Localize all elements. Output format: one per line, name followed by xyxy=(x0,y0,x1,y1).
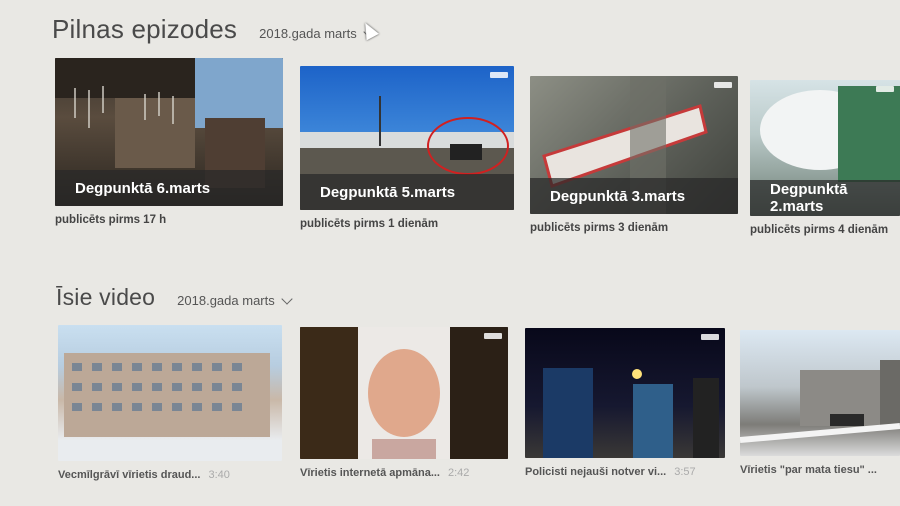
episodes-date-label: 2018.gada marts xyxy=(259,26,357,41)
short-video-card[interactable]: Vecmīlgrāvī vīrietis draud... 3:40 xyxy=(58,325,282,481)
video-title: Policisti nejauši notver vi... xyxy=(525,466,667,478)
episode-card[interactable]: Degpunktā 3.marts publicēts pirms 3 dien… xyxy=(530,76,738,234)
short-videos-date-label: 2018.gada marts xyxy=(177,293,275,308)
episode-title: Degpunktā 2.marts xyxy=(750,180,900,216)
video-thumbnail[interactable] xyxy=(300,327,508,459)
episode-published: publicēts pirms 4 dienām xyxy=(750,224,889,236)
video-title: Vecmīlgrāvī vīrietis draud... xyxy=(58,469,201,481)
episode-thumbnail[interactable]: Degpunktā 6.marts xyxy=(55,58,283,206)
episode-thumbnail[interactable]: Degpunktā 3.marts xyxy=(530,76,738,214)
channel-logo-icon xyxy=(490,72,508,78)
video-thumbnail[interactable] xyxy=(525,328,725,458)
episodes-header: Pilnas epizodes 2018.gada marts xyxy=(52,14,375,45)
night-police-scene-image xyxy=(543,368,719,458)
video-duration: 2:42 xyxy=(448,467,470,479)
episodes-title: Pilnas epizodes xyxy=(52,14,238,44)
channel-logo-icon xyxy=(876,86,894,92)
channel-logo-icon xyxy=(701,334,719,340)
short-videos-header: Īsie video 2018.gada marts xyxy=(56,284,293,311)
short-videos-date-filter[interactable]: 2018.gada marts xyxy=(177,292,293,308)
channel-logo-icon xyxy=(714,82,732,88)
episode-published: publicēts pirms 3 dienām xyxy=(530,222,669,234)
episodes-date-filter[interactable]: 2018.gada marts xyxy=(259,25,375,41)
video-duration: 3:40 xyxy=(208,469,230,481)
episode-thumbnail[interactable]: Degpunktā 5.marts xyxy=(300,66,514,210)
video-thumbnail[interactable] xyxy=(58,325,282,461)
episode-title: Degpunktā 6.marts xyxy=(55,170,283,206)
episode-card[interactable]: Degpunktā 2.marts publicēts pirms 4 dien… xyxy=(750,80,900,236)
short-video-card[interactable]: Vīrietis "par mata tiesu" ... xyxy=(740,330,900,476)
episode-published: publicēts pirms 1 dienām xyxy=(300,218,439,230)
video-title: Vīrietis internetā apmāna... xyxy=(300,467,440,479)
video-thumbnail[interactable] xyxy=(740,330,900,456)
short-video-card[interactable]: Policisti nejauši notver vi... 3:57 xyxy=(525,328,725,478)
short-video-card[interactable]: Vīrietis internetā apmāna... 2:42 xyxy=(300,327,508,479)
video-duration: 3:57 xyxy=(674,466,696,478)
episode-thumbnail[interactable]: Degpunktā 2.marts xyxy=(750,80,900,216)
chevron-down-icon xyxy=(281,292,293,305)
short-videos-title: Īsie video xyxy=(56,284,156,310)
episode-title: Degpunktā 5.marts xyxy=(300,174,514,210)
video-title: Vīrietis "par mata tiesu" ... xyxy=(740,464,877,476)
episode-title: Degpunktā 3.marts xyxy=(530,178,738,214)
channel-logo-icon xyxy=(484,333,502,339)
episode-card[interactable]: Degpunktā 6.marts publicēts pirms 17 h xyxy=(55,58,283,226)
episode-published: publicēts pirms 17 h xyxy=(55,214,167,226)
portrait-image xyxy=(300,327,508,459)
episode-card[interactable]: Degpunktā 5.marts publicēts pirms 1 dien… xyxy=(300,66,514,230)
apartment-building-image xyxy=(64,353,270,437)
street-houses-image xyxy=(740,360,900,443)
